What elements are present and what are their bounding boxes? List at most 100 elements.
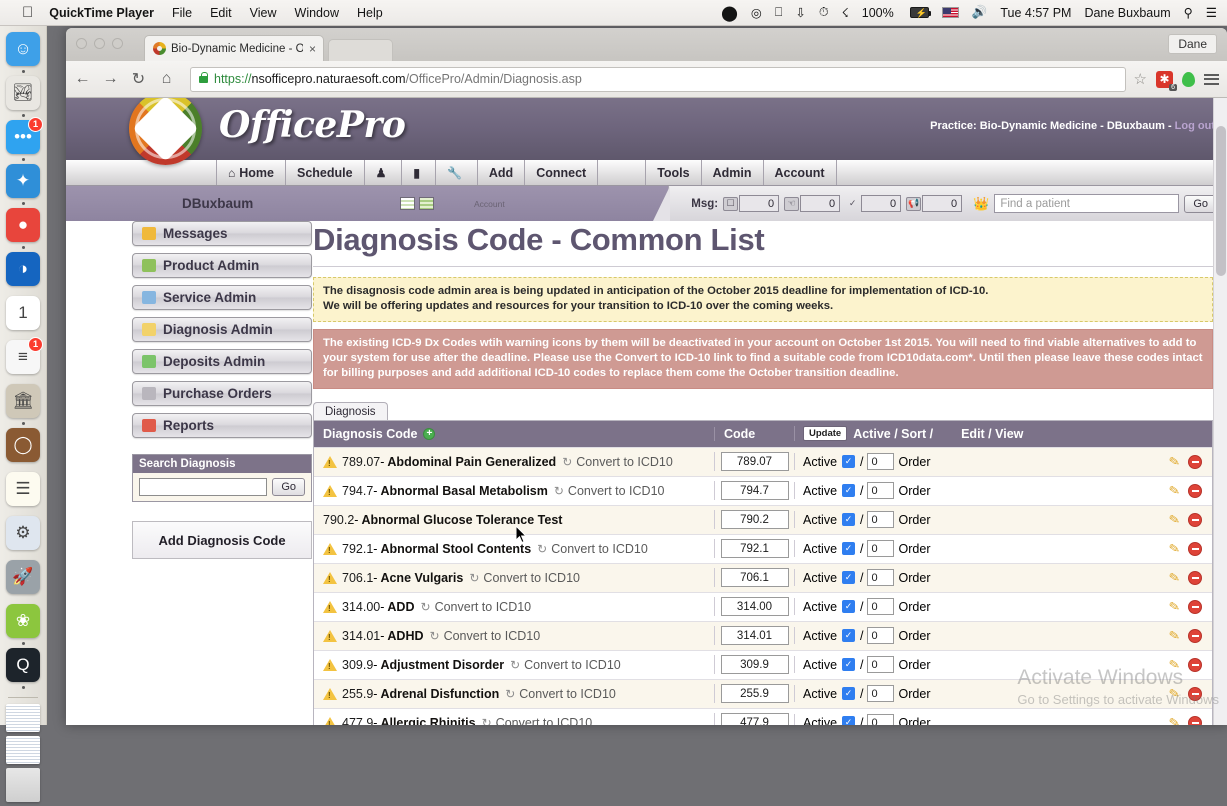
find-patient-input[interactable]: Find a patient bbox=[994, 194, 1180, 213]
order-input[interactable]: 0 bbox=[866, 714, 894, 725]
code-input[interactable]: 477.9 bbox=[720, 713, 789, 725]
menu-item-view[interactable]: View bbox=[250, 6, 277, 20]
grid-view-icon[interactable] bbox=[400, 197, 415, 210]
active-checkbox[interactable]: ✓ bbox=[842, 542, 856, 556]
active-checkbox[interactable]: ✓ bbox=[842, 600, 856, 614]
convert-to-icd10-link[interactable]: Convert to ICD10 bbox=[483, 571, 580, 585]
sidebar-item-service-admin[interactable]: Service Admin bbox=[132, 285, 312, 310]
sidebar-item-reports[interactable]: Reports bbox=[132, 413, 312, 438]
tab-diagnosis[interactable]: Diagnosis bbox=[313, 401, 388, 420]
profile-button[interactable]: Dane bbox=[1168, 34, 1217, 54]
calendar-icon[interactable]: 1 bbox=[6, 296, 40, 330]
table-row[interactable]: 314.00 - ADD ↻ Convert to ICD10 314.00 Activ… bbox=[314, 591, 1212, 621]
pencil-edit-icon[interactable]: ✎ bbox=[1168, 453, 1182, 471]
notification-center-icon[interactable]: ☰ bbox=[1206, 5, 1217, 20]
code-input[interactable]: 792.1 bbox=[720, 539, 789, 559]
order-input[interactable]: 0 bbox=[866, 598, 894, 616]
order-input[interactable]: 0 bbox=[866, 685, 894, 703]
star-icon[interactable]: ☆ bbox=[1134, 70, 1147, 88]
convert-to-icd10-link[interactable]: Convert to ICD10 bbox=[435, 600, 532, 614]
apple-menu-icon[interactable]:  bbox=[22, 5, 33, 20]
notes-icon[interactable]: ☰ bbox=[6, 472, 40, 506]
code-input[interactable]: 794.7 bbox=[720, 481, 789, 501]
volume-icon[interactable]: 🔊 bbox=[972, 5, 988, 20]
pencil-edit-icon[interactable]: ✎ bbox=[1168, 540, 1182, 558]
order-input[interactable]: 0 bbox=[866, 453, 894, 471]
messages-icon[interactable]: ••• 1 bbox=[6, 117, 43, 154]
delete-icon[interactable] bbox=[1188, 686, 1202, 701]
code-input[interactable]: 314.00 bbox=[720, 597, 789, 617]
nav-item-admin[interactable]: Admin bbox=[702, 160, 764, 185]
close-icon[interactable]: × bbox=[309, 42, 316, 56]
logout-link[interactable]: Log out bbox=[1175, 120, 1215, 132]
menu-user-name[interactable]: Dane Buxbaum bbox=[1084, 6, 1170, 20]
preview-icon[interactable]: 🏞 bbox=[6, 76, 40, 110]
green-app-icon[interactable]: ❀ bbox=[6, 604, 40, 638]
order-input[interactable]: 0 bbox=[866, 627, 894, 645]
active-checkbox[interactable]: ✓ bbox=[842, 484, 856, 498]
pencil-edit-icon[interactable]: ✎ bbox=[1168, 482, 1182, 500]
convert-to-icd10-link[interactable]: Convert to ICD10 bbox=[496, 716, 593, 725]
safari-icon[interactable]: ✦ bbox=[6, 164, 40, 198]
hamburger-menu-icon[interactable] bbox=[1204, 73, 1219, 85]
active-checkbox[interactable]: ✓ bbox=[842, 629, 856, 643]
code-input[interactable]: 790.2 bbox=[720, 510, 789, 530]
convert-to-icd10-link[interactable]: Convert to ICD10 bbox=[524, 658, 621, 672]
convert-to-icd10-link[interactable]: Convert to ICD10 bbox=[444, 629, 541, 643]
green-pin-extension-icon[interactable] bbox=[1182, 71, 1195, 87]
search-go-button[interactable]: Go bbox=[272, 478, 305, 496]
convert-to-icd10-link[interactable]: Convert to ICD10 bbox=[551, 542, 648, 556]
msg-counter-megaphone[interactable]: 📢 0 bbox=[906, 195, 963, 212]
page-scrollbar[interactable] bbox=[1213, 98, 1227, 725]
sidebar-item-diagnosis-admin[interactable]: Diagnosis Admin bbox=[132, 317, 312, 342]
contacts-icon[interactable]: ◯ bbox=[6, 428, 40, 462]
menu-item-help[interactable]: Help bbox=[357, 6, 383, 20]
document-thumbnail-icon[interactable] bbox=[6, 704, 40, 732]
document-thumbnail-icon[interactable] bbox=[6, 736, 40, 764]
delete-icon[interactable] bbox=[1188, 483, 1202, 498]
nav-item-home[interactable]: ⌂ Home bbox=[216, 160, 286, 185]
active-checkbox[interactable]: ✓ bbox=[842, 571, 856, 585]
search-icon[interactable]: ⚲ bbox=[1184, 5, 1193, 20]
pencil-edit-icon[interactable]: ✎ bbox=[1168, 656, 1182, 674]
delete-icon[interactable] bbox=[1188, 570, 1202, 585]
reminders-icon[interactable]: ≡ 1 bbox=[6, 337, 43, 374]
dropbox-icon[interactable]: ⬤ bbox=[721, 4, 738, 22]
window-traffic-lights[interactable] bbox=[76, 38, 130, 49]
delete-icon[interactable] bbox=[1188, 657, 1202, 672]
menu-clock[interactable]: Tue 4:57 PM bbox=[1000, 6, 1071, 20]
active-checkbox[interactable]: ✓ bbox=[842, 455, 856, 469]
active-checkbox[interactable]: ✓ bbox=[842, 658, 856, 672]
active-checkbox[interactable]: ✓ bbox=[842, 716, 856, 725]
nav-item-account[interactable]: Account bbox=[764, 160, 837, 185]
table-row[interactable]: 794.7 - Abnormal Basal Metabolism ↻ Conver… bbox=[314, 475, 1212, 505]
address-bar[interactable]: https://nsofficepro.naturaesoft.com/Offi… bbox=[190, 66, 1126, 92]
menu-item-edit[interactable]: Edit bbox=[210, 6, 232, 20]
add-diagnosis-code-button[interactable]: Add Diagnosis Code bbox=[132, 521, 312, 559]
order-input[interactable]: 0 bbox=[866, 656, 894, 674]
puzzle-extension-icon[interactable]: ✱ 6 bbox=[1156, 70, 1177, 91]
delete-icon[interactable] bbox=[1188, 628, 1202, 643]
chrome-icon[interactable]: ● bbox=[6, 208, 40, 242]
back-arrow-icon[interactable]: ← bbox=[74, 70, 91, 88]
delete-icon[interactable] bbox=[1188, 541, 1202, 556]
search-diagnosis-input[interactable] bbox=[139, 478, 268, 496]
wifi-icon[interactable]: ☇ bbox=[842, 5, 849, 20]
order-input[interactable]: 0 bbox=[866, 540, 894, 558]
new-tab-icon[interactable] bbox=[328, 39, 393, 61]
order-input[interactable]: 0 bbox=[866, 482, 894, 500]
convert-to-icd10-link[interactable]: Convert to ICD10 bbox=[568, 484, 665, 498]
code-input[interactable]: 789.07 bbox=[720, 452, 789, 472]
delete-icon[interactable] bbox=[1188, 454, 1202, 469]
nav-item-add[interactable]: Add bbox=[478, 160, 526, 185]
table-row[interactable]: 314.01 - ADHD ↻ Convert to ICD10 314.01 Acti… bbox=[314, 620, 1212, 650]
code-input[interactable]: 255.9 bbox=[720, 684, 789, 704]
active-checkbox[interactable]: ✓ bbox=[842, 687, 856, 701]
sort-add-icon[interactable]: + bbox=[423, 427, 436, 440]
sidebar-item-messages[interactable]: Messages bbox=[132, 221, 312, 246]
nav-item-schedule[interactable]: Schedule bbox=[286, 160, 365, 185]
pencil-edit-icon[interactable]: ✎ bbox=[1168, 627, 1182, 645]
pencil-edit-icon[interactable]: ✎ bbox=[1168, 569, 1182, 587]
delete-icon[interactable] bbox=[1188, 715, 1202, 725]
nav-item-chart[interactable]: ▮ bbox=[402, 160, 436, 185]
